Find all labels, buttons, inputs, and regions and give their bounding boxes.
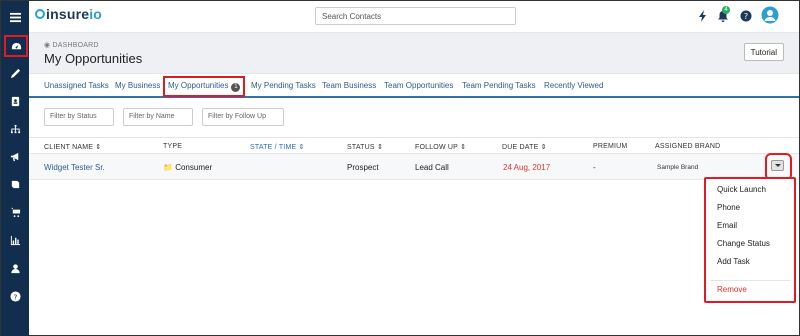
tab-team-pending-tasks[interactable]: Team Pending Tasks bbox=[462, 81, 536, 90]
user-icon[interactable] bbox=[1, 255, 29, 281]
sort-icon: ⇕ bbox=[540, 144, 547, 151]
svg-text:?: ? bbox=[744, 12, 748, 21]
contacts-book-icon[interactable] bbox=[1, 88, 29, 114]
tab-team-business[interactable]: Team Business bbox=[322, 81, 376, 90]
sort-icon: ⇕ bbox=[376, 144, 384, 151]
tab-my-business[interactable]: My Business bbox=[115, 81, 160, 90]
table-row[interactable]: Widget Tester Sr. 📁 Consumer Prospect Le… bbox=[29, 154, 799, 180]
sidebar: ? bbox=[1, 1, 29, 336]
menu-item-phone[interactable]: Phone bbox=[717, 203, 740, 212]
page-header: ◉ DASHBOARD My Opportunities Tutorial bbox=[29, 33, 799, 74]
column-follow-up[interactable]: FOLLOW UP ⇕ bbox=[415, 143, 466, 151]
row-actions-menu: Quick Launch Phone Email Change Status A… bbox=[704, 177, 796, 303]
tab-unassigned-tasks[interactable]: Unassigned Tasks bbox=[44, 81, 109, 90]
logo[interactable]: insureio bbox=[35, 6, 102, 22]
top-bar: insureio Search Contacts bbox=[29, 1, 799, 33]
menu-item-add-task[interactable]: Add Task bbox=[717, 257, 750, 266]
logo-ring-icon bbox=[35, 9, 45, 19]
megaphone-icon[interactable] bbox=[1, 143, 29, 169]
status-cell: Prospect bbox=[347, 163, 379, 172]
menu-item-email[interactable]: Email bbox=[717, 221, 737, 230]
tab-recently-viewed[interactable]: Recently Viewed bbox=[544, 81, 603, 90]
menu-toggle-icon[interactable] bbox=[1, 4, 29, 30]
menu-divider bbox=[710, 280, 790, 281]
menu-item-remove[interactable]: Remove bbox=[717, 285, 747, 294]
search-input[interactable]: Search Contacts bbox=[315, 7, 516, 25]
tutorial-button[interactable]: Tutorial bbox=[743, 43, 784, 61]
svg-text:?: ? bbox=[13, 292, 17, 301]
tab-my-opportunities[interactable]: My Opportunities 1 bbox=[162, 76, 246, 97]
pencil-icon[interactable] bbox=[1, 60, 29, 86]
org-chart-icon[interactable] bbox=[1, 116, 29, 142]
menu-item-change-status[interactable]: Change Status bbox=[717, 239, 770, 248]
tab-team-opportunities[interactable]: Team Opportunities bbox=[384, 81, 453, 90]
column-status[interactable]: STATUS ⇕ bbox=[347, 143, 383, 151]
books-icon[interactable] bbox=[1, 171, 29, 197]
follow-up-cell: Lead Call bbox=[415, 163, 449, 172]
column-state-time[interactable]: STATE / TIME ⇕ bbox=[250, 143, 305, 151]
client-name-link[interactable]: Widget Tester Sr. bbox=[44, 163, 105, 172]
menu-item-quick-launch[interactable]: Quick Launch bbox=[717, 185, 766, 194]
column-due-date[interactable]: DUE DATE ⇕ bbox=[502, 143, 547, 151]
assigned-brand-cell: Sample Brand bbox=[657, 164, 699, 171]
bar-chart-icon[interactable] bbox=[1, 227, 29, 253]
help-icon[interactable]: ? bbox=[1, 283, 29, 309]
tab-my-pending-tasks[interactable]: My Pending Tasks bbox=[251, 81, 316, 90]
help-circle-icon[interactable]: ? bbox=[739, 9, 753, 23]
column-client-name[interactable]: CLIENT NAME ⇕ bbox=[44, 143, 101, 151]
type-cell: 📁 Consumer bbox=[163, 163, 213, 172]
filter-follow-up-input[interactable]: Filter by Follow Up bbox=[202, 108, 284, 126]
column-type[interactable]: TYPE bbox=[163, 143, 182, 150]
dashboard-small-icon: ◉ bbox=[44, 42, 51, 49]
lightning-icon[interactable] bbox=[696, 9, 710, 23]
due-date-cell: 24 Aug, 2017 bbox=[503, 163, 551, 172]
cart-icon[interactable] bbox=[1, 199, 29, 225]
logo-text: insureio bbox=[46, 6, 103, 22]
folder-icon: 📁 bbox=[163, 163, 173, 172]
breadcrumb[interactable]: ◉ DASHBOARD bbox=[44, 41, 99, 49]
row-actions-button[interactable] bbox=[771, 160, 784, 171]
column-premium[interactable]: PREMIUM bbox=[593, 143, 627, 150]
notification-badge: 4 bbox=[722, 6, 730, 14]
sort-icon: ⇕ bbox=[95, 144, 102, 151]
sort-icon: ⇕ bbox=[460, 144, 467, 151]
avatar[interactable] bbox=[761, 6, 779, 24]
tab-bar: Unassigned Tasks My Business My Opportun… bbox=[29, 74, 799, 98]
premium-cell: - bbox=[593, 163, 596, 172]
sort-icon: ⇕ bbox=[298, 144, 305, 151]
page-title: My Opportunities bbox=[44, 51, 143, 66]
filter-status-input[interactable]: Filter by Status bbox=[44, 108, 114, 126]
filter-name-input[interactable]: Filter by Name bbox=[123, 108, 193, 126]
column-assigned-brand[interactable]: ASSIGNED BRAND bbox=[655, 143, 720, 150]
tab-count-badge: 1 bbox=[231, 83, 241, 92]
dashboard-icon[interactable] bbox=[4, 35, 28, 57]
table-header: CLIENT NAME ⇕ TYPE STATE / TIME ⇕ STATUS… bbox=[29, 137, 799, 154]
